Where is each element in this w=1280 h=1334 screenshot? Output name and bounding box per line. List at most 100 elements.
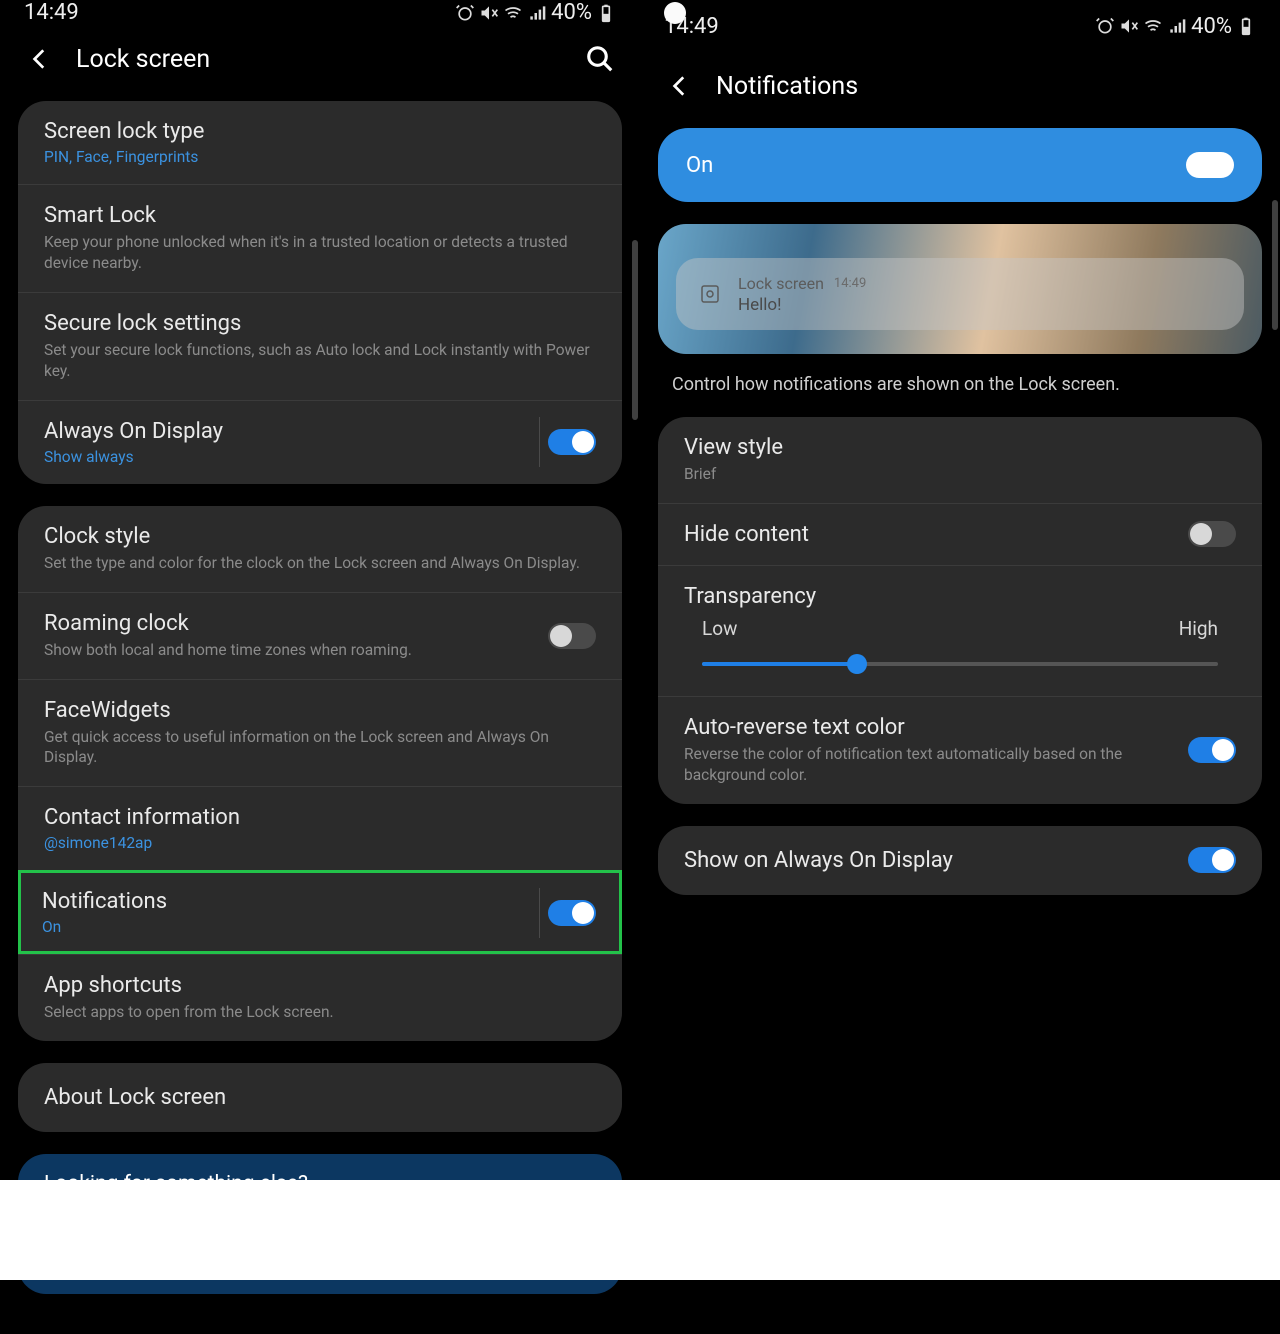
card-about: About Lock screen bbox=[18, 1063, 622, 1132]
status-bar: 14:49 40% bbox=[0, 0, 640, 25]
status-right: 40% bbox=[455, 0, 616, 25]
toggle-roaming-clock[interactable] bbox=[548, 623, 596, 649]
row-subtitle: Show both local and home time zones when… bbox=[44, 640, 532, 661]
slider-fill bbox=[702, 662, 857, 666]
row-contact-information[interactable]: Contact information @simone142ap bbox=[18, 786, 622, 870]
row-title: Screen lock type bbox=[44, 119, 596, 144]
row-subtitle: Set the type and color for the clock on … bbox=[44, 553, 596, 574]
row-subtitle: Brief bbox=[684, 464, 1236, 485]
search-button[interactable] bbox=[582, 41, 618, 77]
alarm-icon bbox=[455, 3, 475, 23]
notification-body: Hello! bbox=[738, 295, 866, 315]
toggle-notifications[interactable] bbox=[548, 900, 596, 926]
settings-icon bbox=[696, 280, 724, 308]
row-transparency: Transparency Low High bbox=[658, 565, 1262, 696]
row-title: Show on Always On Display bbox=[684, 848, 1172, 873]
notification-app-name: Lock screen bbox=[738, 274, 824, 293]
row-title: Always On Display bbox=[44, 419, 532, 444]
header: Lock screen bbox=[0, 25, 640, 101]
row-show-on-aod[interactable]: Show on Always On Display bbox=[658, 826, 1262, 895]
transparency-slider-track[interactable] bbox=[702, 662, 1218, 666]
signal-icon bbox=[527, 3, 547, 23]
row-title: Hide content bbox=[684, 522, 1172, 547]
status-time: 14:49 bbox=[24, 0, 79, 25]
status-bar: 14:49 40% bbox=[640, 0, 1280, 52]
row-subtitle: On bbox=[42, 918, 532, 936]
row-title: Auto-reverse text color bbox=[684, 715, 1172, 740]
master-toggle[interactable] bbox=[1186, 152, 1234, 178]
back-button[interactable] bbox=[22, 41, 58, 77]
mute-icon bbox=[1119, 16, 1139, 36]
hint-text: Control how notifications are shown on t… bbox=[658, 364, 1262, 417]
mute-icon bbox=[479, 3, 499, 23]
wifi-icon bbox=[503, 3, 523, 23]
alarm-icon bbox=[1095, 16, 1115, 36]
battery-icon bbox=[1236, 16, 1256, 36]
master-toggle-label: On bbox=[686, 153, 713, 178]
page-title: Notifications bbox=[716, 72, 858, 101]
row-subtitle: Set your secure lock functions, such as … bbox=[44, 340, 596, 382]
row-smart-lock[interactable]: Smart Lock Keep your phone unlocked when… bbox=[18, 184, 622, 292]
toggle-auto-reverse[interactable] bbox=[1188, 737, 1236, 763]
slider-thumb[interactable] bbox=[847, 654, 867, 674]
wifi-icon bbox=[1143, 16, 1163, 36]
row-auto-reverse[interactable]: Auto-reverse text color Reverse the colo… bbox=[658, 696, 1262, 804]
header: Notifications bbox=[640, 52, 1280, 128]
toggle-aod[interactable] bbox=[548, 429, 596, 455]
battery-pct: 40% bbox=[1191, 14, 1232, 39]
row-title: Notifications bbox=[42, 889, 532, 914]
toggle-hide-content[interactable] bbox=[1188, 521, 1236, 547]
row-subtitle: Select apps to open from the Lock screen… bbox=[44, 1002, 596, 1023]
row-subtitle: PIN, Face, Fingerprints bbox=[44, 148, 596, 166]
row-always-on-display[interactable]: Always On Display Show always bbox=[18, 400, 622, 484]
row-subtitle: Reverse the color of notification text a… bbox=[684, 744, 1172, 786]
row-app-shortcuts[interactable]: App shortcuts Select apps to open from t… bbox=[18, 954, 622, 1041]
row-title: Transparency bbox=[684, 584, 1236, 609]
row-view-style[interactable]: View style Brief bbox=[658, 417, 1262, 503]
page-title: Lock screen bbox=[76, 45, 210, 74]
card-appearance: Clock style Set the type and color for t… bbox=[18, 506, 622, 1042]
row-title: Contact information bbox=[44, 805, 596, 830]
row-title: Clock style bbox=[44, 524, 596, 549]
row-title: View style bbox=[684, 435, 1236, 460]
toggle-show-on-aod[interactable] bbox=[1188, 847, 1236, 873]
status-right: 40% bbox=[1095, 14, 1256, 39]
card-security: Screen lock type PIN, Face, Fingerprints… bbox=[18, 101, 622, 484]
row-title: App shortcuts bbox=[44, 973, 596, 998]
row-facewidgets[interactable]: FaceWidgets Get quick access to useful i… bbox=[18, 679, 622, 787]
battery-icon bbox=[596, 3, 616, 23]
master-toggle-row[interactable]: On bbox=[658, 128, 1262, 202]
row-title: FaceWidgets bbox=[44, 698, 596, 723]
row-notifications[interactable]: Notifications On bbox=[18, 870, 622, 954]
battery-pct: 40% bbox=[551, 0, 592, 25]
notification-chip: Lock screen 14:49 Hello! bbox=[676, 258, 1244, 330]
row-title: Roaming clock bbox=[44, 611, 532, 636]
notification-text: Lock screen 14:49 Hello! bbox=[738, 274, 866, 315]
row-clock-style[interactable]: Clock style Set the type and color for t… bbox=[18, 506, 622, 592]
row-title: Smart Lock bbox=[44, 203, 596, 228]
back-button[interactable] bbox=[662, 68, 698, 104]
row-subtitle: Show always bbox=[44, 448, 532, 466]
notification-preview: Lock screen 14:49 Hello! bbox=[658, 224, 1262, 354]
row-subtitle: Keep your phone unlocked when it's in a … bbox=[44, 232, 596, 274]
row-subtitle: @simone142ap bbox=[44, 834, 596, 852]
card-notif-settings: View style Brief Hide content Transparen… bbox=[658, 417, 1262, 804]
row-screen-lock-type[interactable]: Screen lock type PIN, Face, Fingerprints bbox=[18, 101, 622, 184]
scrollbar[interactable] bbox=[1272, 200, 1278, 330]
card-aod: Show on Always On Display bbox=[658, 826, 1262, 895]
row-title: Secure lock settings bbox=[44, 311, 596, 336]
row-about-lock-screen[interactable]: About Lock screen bbox=[18, 1063, 622, 1132]
row-hide-content[interactable]: Hide content bbox=[658, 503, 1262, 565]
label-low: Low bbox=[702, 617, 737, 640]
toggle-divider bbox=[539, 417, 540, 467]
scrollbar[interactable] bbox=[632, 240, 638, 420]
row-roaming-clock[interactable]: Roaming clock Show both local and home t… bbox=[18, 592, 622, 679]
bottom-white-strip bbox=[0, 1180, 1280, 1280]
toggle-divider bbox=[539, 888, 540, 938]
row-title: About Lock screen bbox=[44, 1085, 596, 1110]
row-secure-lock-settings[interactable]: Secure lock settings Set your secure loc… bbox=[18, 292, 622, 400]
notification-time: 14:49 bbox=[834, 276, 866, 291]
row-subtitle: Get quick access to useful information o… bbox=[44, 727, 596, 769]
label-high: High bbox=[1179, 617, 1218, 640]
signal-icon bbox=[1167, 16, 1187, 36]
